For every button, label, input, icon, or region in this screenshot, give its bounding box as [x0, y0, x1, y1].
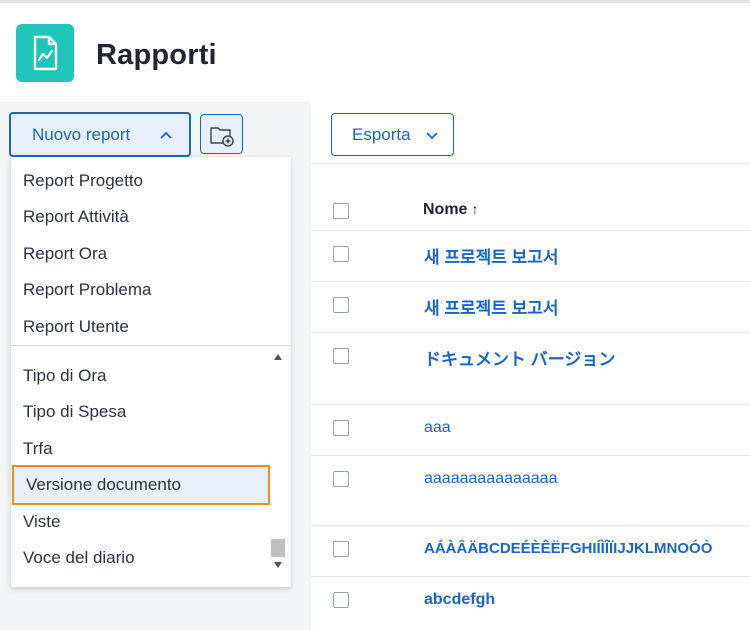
main-content: Esporta Nome ↑ 새 프로젝트 보고서 새 프로젝트 보고서 ドキュメ… — [311, 102, 750, 630]
reports-table: Nome ↑ 새 프로젝트 보고서 새 프로젝트 보고서 ドキュメント バージョン… — [311, 165, 750, 630]
new-report-button[interactable]: Nuovo report — [9, 112, 191, 157]
new-report-menu: Report Progetto Report Attività Report O… — [11, 157, 291, 587]
report-link[interactable]: 새 프로젝트 보고서 — [424, 294, 559, 319]
menu-item-report-problema[interactable]: Report Problema — [11, 272, 269, 308]
report-link[interactable]: 새 프로젝트 보고서 — [424, 243, 559, 268]
report-link[interactable]: abcdefgh — [424, 591, 495, 609]
menu-item-versione-documento[interactable]: Versione documento — [12, 465, 270, 505]
report-link[interactable]: ドキュメント バージョン — [424, 345, 615, 370]
report-link[interactable]: aaaaaaaaaaaaaaa — [424, 470, 557, 488]
page-title: Rapporti — [96, 39, 217, 71]
folder-add-icon — [210, 127, 234, 147]
page-header: Rapporti — [0, 0, 750, 102]
scroll-up-arrow-icon[interactable] — [274, 354, 282, 360]
menu-item-report-progetto[interactable]: Report Progetto — [11, 163, 269, 199]
row-checkbox[interactable] — [333, 420, 349, 436]
menu-item-voce-del-diario[interactable]: Voce del diario — [11, 540, 269, 576]
menu-item-report-ora[interactable]: Report Ora — [11, 236, 269, 272]
main-toolbar: Esporta — [311, 102, 750, 164]
report-chart-icon — [16, 24, 74, 82]
column-name-label: Nome — [423, 201, 468, 218]
column-header-name[interactable]: Nome ↑ — [423, 201, 478, 219]
new-report-label: Nuovo report — [32, 124, 131, 144]
menu-item-tipo-di-ora[interactable]: Tipo di Ora — [11, 358, 269, 394]
row-checkbox[interactable] — [333, 297, 349, 313]
scroll-thumb[interactable] — [271, 539, 285, 557]
row-checkbox[interactable] — [333, 592, 349, 608]
menu-scroll-section: Tipo di Ora Tipo di Spesa Trfa Versione … — [11, 346, 291, 587]
chevron-up-icon — [160, 131, 172, 139]
table-row: aaaaaaaaaaaaaaa — [311, 456, 750, 526]
menu-item-report-utente[interactable]: Report Utente — [11, 309, 269, 345]
export-label: Esporta — [352, 124, 411, 144]
sort-ascending-icon[interactable]: ↑ — [471, 201, 478, 217]
table-row: aaa — [311, 405, 750, 456]
table-row: AÁÀÂÄBCDEÉÈÊËFGHIÍÌÎÏIJJKLMNOÓÒ — [311, 526, 750, 577]
chevron-down-icon — [426, 132, 438, 140]
menu-item-trfa[interactable]: Trfa — [11, 431, 269, 467]
select-all-checkbox[interactable] — [333, 203, 349, 219]
menu-item-viste[interactable]: Viste — [11, 504, 269, 540]
row-checkbox[interactable] — [333, 348, 349, 364]
new-folder-button[interactable] — [200, 114, 243, 154]
menu-item-report-attivita[interactable]: Report Attività — [11, 199, 269, 235]
left-panel: Nuovo report Report Progetto Report Atti… — [0, 102, 311, 630]
table-row: ドキュメント バージョン — [311, 333, 750, 405]
menu-scrollbar[interactable] — [271, 346, 285, 578]
row-checkbox[interactable] — [333, 541, 349, 557]
table-header: Nome ↑ — [311, 165, 750, 231]
menu-primary-section: Report Progetto Report Attività Report O… — [11, 157, 291, 345]
table-row: 새 프로젝트 보고서 — [311, 282, 750, 333]
table-row: 새 프로젝트 보고서 — [311, 231, 750, 282]
export-button[interactable]: Esporta — [331, 113, 454, 156]
row-checkbox[interactable] — [333, 471, 349, 487]
report-link[interactable]: aaa — [424, 419, 451, 437]
row-checkbox[interactable] — [333, 246, 349, 262]
report-link[interactable]: AÁÀÂÄBCDEÉÈÊËFGHIÍÌÎÏIJJKLMNOÓÒ — [424, 540, 712, 557]
table-row: abcdefgh — [311, 577, 750, 630]
scroll-down-arrow-icon[interactable] — [274, 562, 282, 568]
menu-item-tipo-di-spesa[interactable]: Tipo di Spesa — [11, 394, 269, 430]
